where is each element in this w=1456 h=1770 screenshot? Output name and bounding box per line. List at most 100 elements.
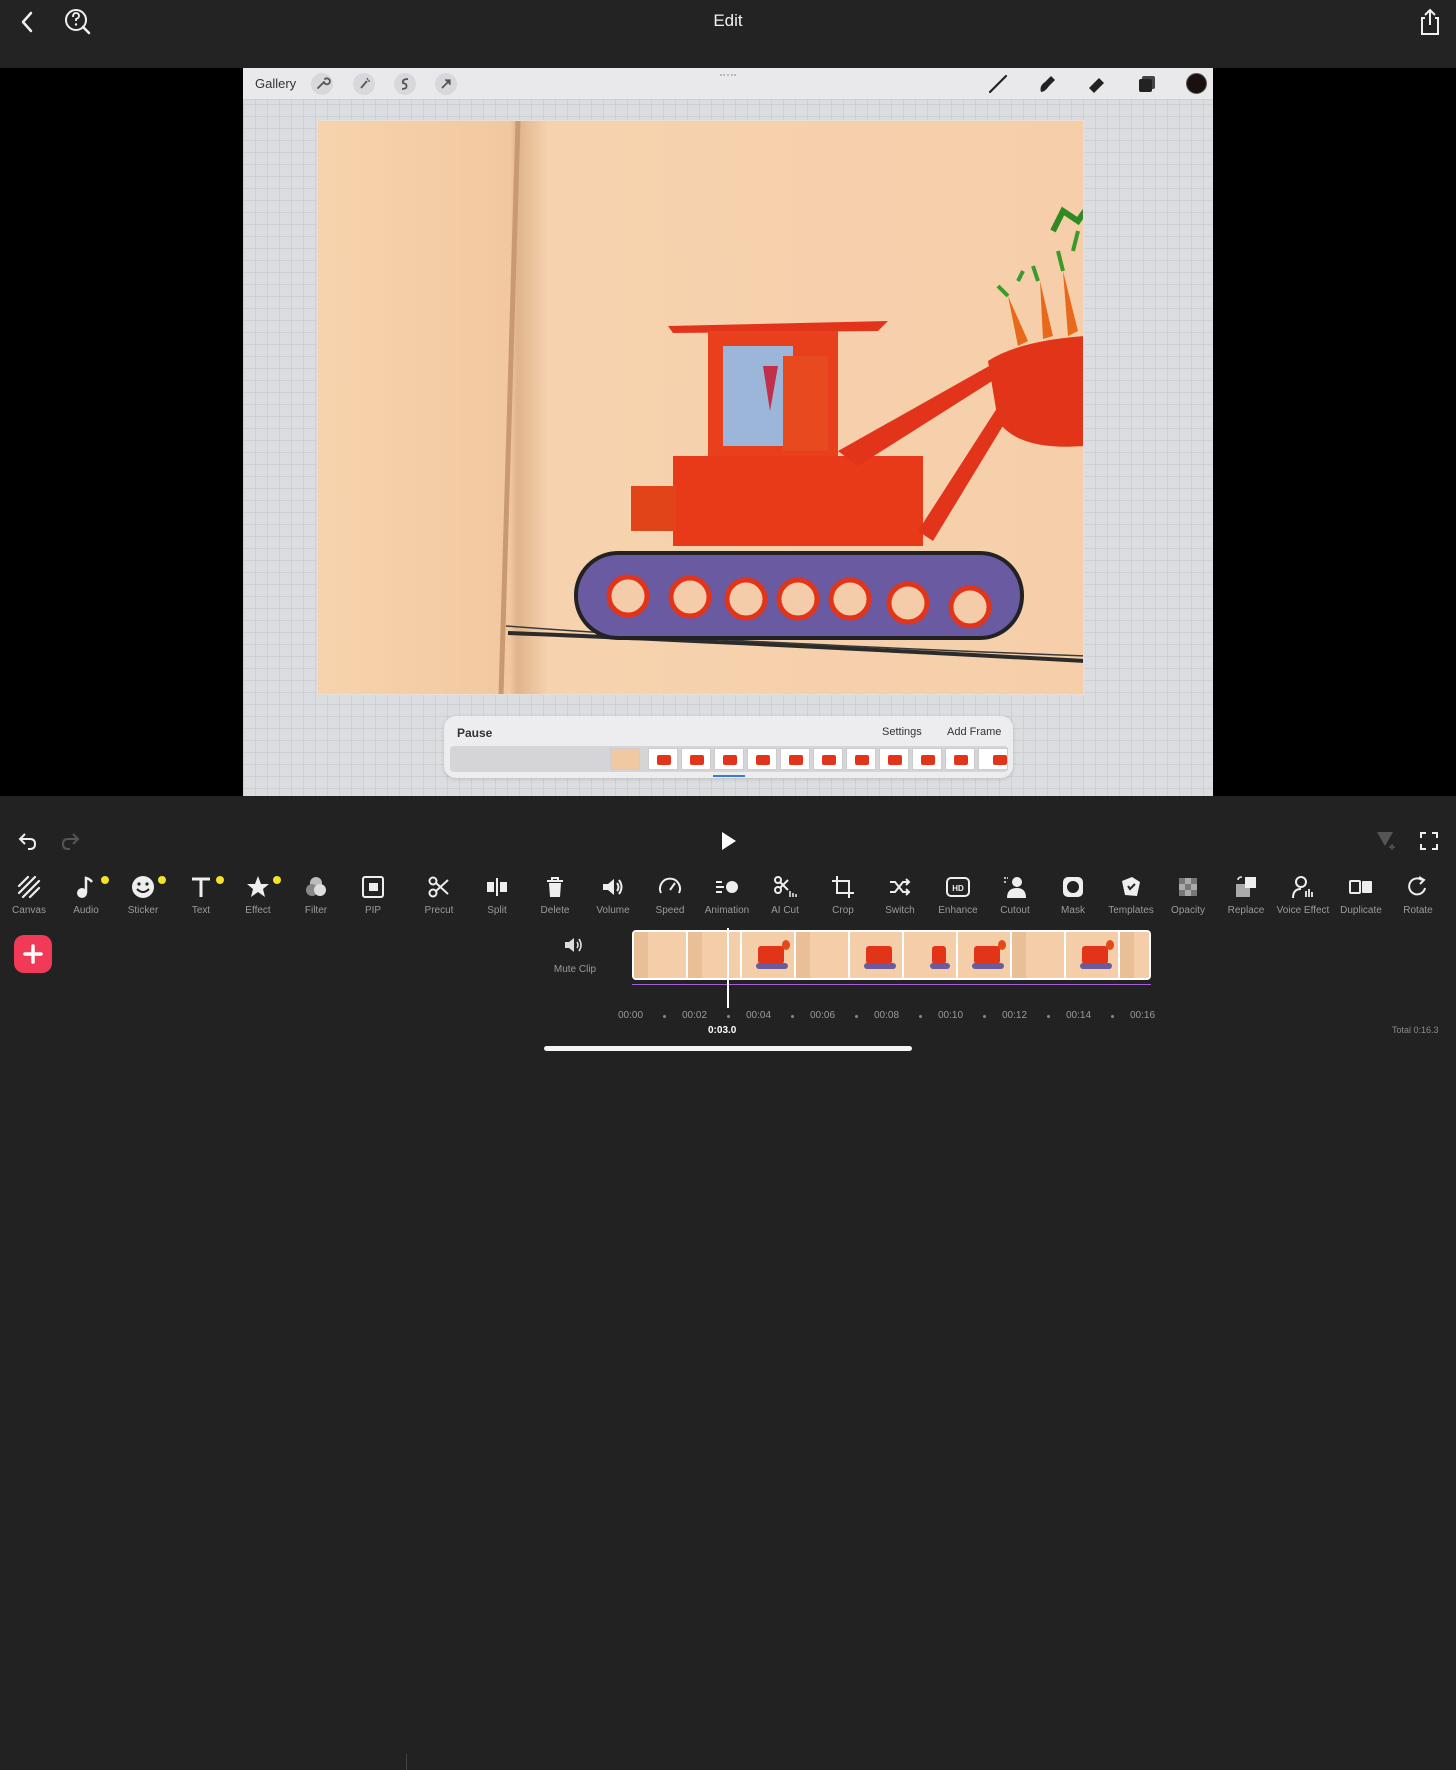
add-media-button[interactable] xyxy=(14,935,52,973)
frame-thumb xyxy=(978,748,1008,770)
undo-icon[interactable] xyxy=(16,830,38,857)
smiley-icon xyxy=(130,874,156,900)
tool-switch[interactable]: Switch xyxy=(871,874,929,926)
tool-label: AI Cut xyxy=(771,905,799,916)
tool-audio[interactable]: Audio xyxy=(57,874,115,926)
tool-label: Replace xyxy=(1227,905,1265,916)
clip-thumbnail xyxy=(742,932,796,978)
tool-sticker[interactable]: Sticker xyxy=(114,874,172,926)
clip-thumbnail xyxy=(958,932,1012,978)
speaker-icon xyxy=(600,874,626,900)
settings-label: Settings xyxy=(882,726,922,738)
selected-frame-indicator xyxy=(713,775,745,777)
frame-thumb xyxy=(610,748,640,770)
fullscreen-icon[interactable] xyxy=(1418,830,1440,857)
magic-wand-icon xyxy=(353,73,375,95)
tool-precut[interactable]: Precut xyxy=(410,874,468,926)
gallery-label: Gallery xyxy=(255,76,297,91)
home-indicator[interactable] xyxy=(544,1046,912,1051)
play-icon[interactable] xyxy=(716,829,740,858)
page-title: Edit xyxy=(713,11,743,30)
tool-label: Duplicate xyxy=(1340,905,1382,916)
tool-label: Crop xyxy=(832,905,854,916)
playhead[interactable] xyxy=(727,928,729,1008)
tick-dot xyxy=(791,1015,794,1018)
scissors-icon xyxy=(426,874,452,900)
tool-label: Audio xyxy=(73,905,99,916)
share-icon[interactable] xyxy=(1414,6,1446,38)
tool-opacity[interactable]: Opacity xyxy=(1159,874,1217,926)
tool-label: Templates xyxy=(1108,905,1154,916)
clip-thumbnail xyxy=(904,932,958,978)
tool-enhance[interactable]: HD Enhance xyxy=(929,874,987,926)
new-badge-dot xyxy=(101,876,109,884)
tractor-drawing xyxy=(317,120,1084,695)
music-note-icon xyxy=(73,874,99,900)
tool-cutout[interactable]: Cutout xyxy=(986,874,1044,926)
text-icon xyxy=(188,874,214,900)
tool-label: Canvas xyxy=(12,905,46,916)
new-badge-dot xyxy=(158,876,166,884)
speaker-icon xyxy=(565,938,582,952)
tool-filter[interactable]: Filter xyxy=(287,874,345,926)
selection-icon xyxy=(394,73,416,95)
drag-handle xyxy=(720,74,736,77)
video-preview[interactable]: Gallery Pause Settings Add Frame xyxy=(0,68,1456,796)
eraser-icon xyxy=(1085,72,1109,96)
tool-canvas[interactable]: Canvas xyxy=(0,874,58,926)
split-icon xyxy=(484,874,510,900)
tool-label: Cutout xyxy=(1000,905,1030,916)
current-time: 0:03.0 xyxy=(708,1025,737,1036)
tool-animation[interactable]: Animation xyxy=(698,874,756,926)
tool-voice-effect[interactable]: Voice Effect xyxy=(1274,874,1332,926)
audio-track-line xyxy=(632,984,1151,985)
pause-label: Pause xyxy=(457,726,493,740)
clip-thumbnail xyxy=(634,932,688,978)
playback-controls xyxy=(0,796,1456,866)
tool-label: Switch xyxy=(885,905,915,916)
frame-thumb xyxy=(912,748,942,770)
frame-thumb xyxy=(681,748,711,770)
tool-mask[interactable]: Mask xyxy=(1044,874,1102,926)
mute-clip-label: Mute Clip xyxy=(553,964,597,975)
hd-icon: HD xyxy=(945,874,971,900)
tool-templates[interactable]: Templates xyxy=(1102,874,1160,926)
tool-split[interactable]: Split xyxy=(468,874,526,926)
new-badge-dot xyxy=(216,876,224,884)
tool-pip[interactable]: PIP xyxy=(344,874,402,926)
tool-crop[interactable]: Crop xyxy=(814,874,872,926)
canvas-icon xyxy=(16,874,42,900)
tool-replace[interactable]: Replace xyxy=(1217,874,1275,926)
tool-label: Volume xyxy=(596,905,630,916)
duplicate-icon xyxy=(1348,874,1374,900)
video-clip-track[interactable] xyxy=(632,930,1151,980)
opacity-checker-icon xyxy=(1175,874,1201,900)
tool-delete[interactable]: Delete xyxy=(526,874,584,926)
tick-label: 00:10 xyxy=(938,1010,964,1021)
wrench-icon xyxy=(311,73,333,95)
transform-arrow-icon xyxy=(435,73,457,95)
tool-speed[interactable]: Speed xyxy=(641,874,699,926)
toolbar-divider xyxy=(406,1754,407,1770)
tool-effect[interactable]: Effect xyxy=(229,874,287,926)
mute-clip-button[interactable]: Mute Clip xyxy=(545,935,605,975)
edit-toolbar: Canvas Audio Sticker Text Effect Filter … xyxy=(0,866,1456,1770)
clip-thumbnail xyxy=(1066,932,1120,978)
redo-icon[interactable] xyxy=(60,830,82,857)
ai-cut-icon xyxy=(772,874,798,900)
tool-ai-cut[interactable]: AI Cut xyxy=(756,874,814,926)
tool-volume[interactable]: Volume xyxy=(584,874,642,926)
tick-dot xyxy=(1047,1015,1050,1018)
frame-thumb xyxy=(879,748,909,770)
keyframe-icon[interactable] xyxy=(1374,828,1398,857)
tool-duplicate[interactable]: Duplicate xyxy=(1332,874,1390,926)
filter-circles-icon xyxy=(303,874,329,900)
frame-thumb xyxy=(714,748,744,770)
tool-text[interactable]: Text xyxy=(172,874,230,926)
frame-thumb xyxy=(945,748,975,770)
plus-icon xyxy=(23,944,43,964)
tool-rotate[interactable]: Rotate xyxy=(1389,874,1447,926)
tool-label: Voice Effect xyxy=(1276,905,1330,916)
tool-label: Filter xyxy=(304,905,328,916)
tool-label: Speed xyxy=(655,905,685,916)
